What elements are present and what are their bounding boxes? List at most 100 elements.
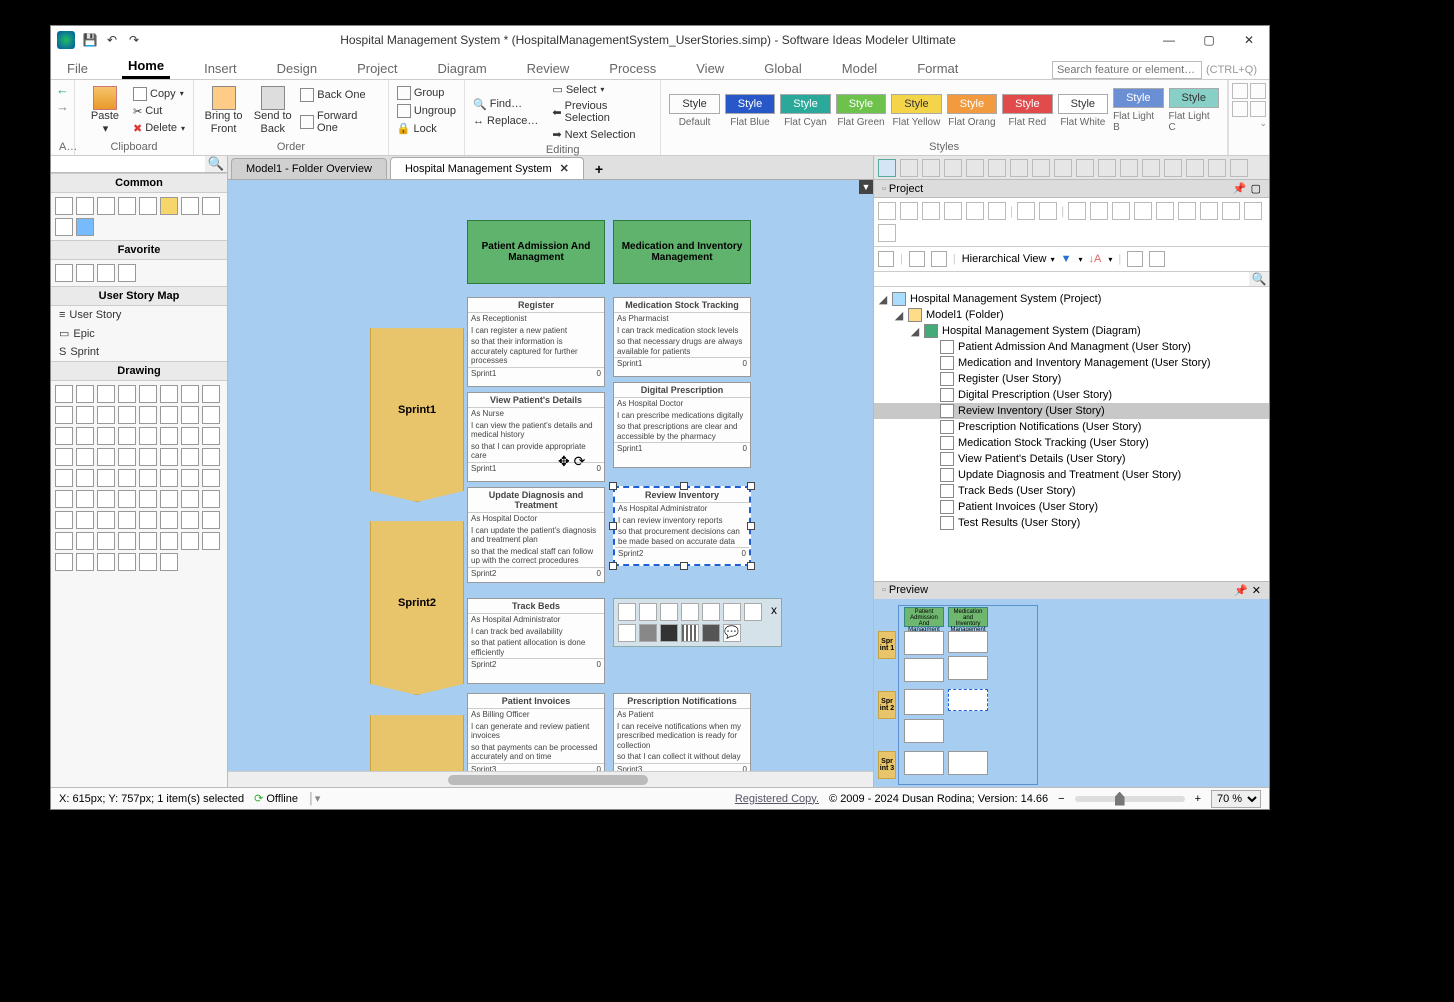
zoom-slider[interactable] [1075,796,1185,802]
lock-button[interactable]: 🔒Lock [397,121,456,136]
selection-handle[interactable] [747,562,755,570]
shape-tool-icon[interactable] [139,490,157,508]
ctx-hatch[interactable] [681,624,699,642]
shape-tool-icon[interactable] [118,553,136,571]
registered-link[interactable]: Registered Copy. [735,793,819,805]
shape-tool-icon[interactable] [139,406,157,424]
ctx-color-white[interactable] [618,624,636,642]
shape-tool-icon[interactable] [118,511,136,529]
panel-view-icon[interactable] [1010,159,1028,177]
tree-node[interactable]: Track Beds (User Story) [874,483,1269,499]
tab-close-icon[interactable]: ✕ [560,162,569,175]
locate2-icon[interactable] [1149,251,1165,267]
forward-one-button[interactable]: Forward One [300,109,380,135]
style-lblue[interactable]: Style [1113,88,1163,108]
panel-view-icon[interactable] [1120,159,1138,177]
shape-tool-icon[interactable] [160,406,178,424]
tab-hms[interactable]: Hospital Management System✕ [390,157,584,179]
shape-tool-icon[interactable] [139,469,157,487]
shape-tool-icon[interactable] [118,385,136,403]
shape-tool-icon[interactable] [76,469,94,487]
zoom-out-button[interactable]: − [1058,793,1064,805]
zoom-tool-icon[interactable] [97,197,115,215]
fav1-icon[interactable] [55,264,73,282]
sort-icon[interactable]: ↓A [1088,253,1101,265]
project-tool-icon[interactable] [1112,202,1130,220]
usm-sprint[interactable]: SSprint [51,343,227,361]
toolbox-search-button[interactable]: 🔍 [205,156,227,172]
shape-tool-icon[interactable] [160,469,178,487]
shape-tool-icon[interactable] [160,490,178,508]
shape-tool-icon[interactable] [202,469,220,487]
find-button[interactable]: 🔍Find… [473,97,538,112]
tree-node[interactable]: Register (User Story) [874,371,1269,387]
shape-tool-icon[interactable] [181,532,199,550]
shape-tool-icon[interactable] [97,490,115,508]
text-tool-icon[interactable] [118,197,136,215]
shape-tool-icon[interactable] [97,406,115,424]
shape-tool-icon[interactable] [139,385,157,403]
shape-tool-icon[interactable] [55,511,73,529]
canvas-collapse-icon[interactable]: ▼ [859,180,873,194]
menu-insert[interactable]: Insert [198,58,243,79]
copy-button[interactable]: Copy▾ [133,86,185,102]
ribbon-opt4-icon[interactable] [1250,101,1266,117]
tree-node[interactable]: Prescription Notifications (User Story) [874,419,1269,435]
selection-handle[interactable] [609,482,617,490]
shape-tool-icon[interactable] [202,490,220,508]
ctx-icon[interactable] [639,603,657,621]
menu-review[interactable]: Review [521,58,576,79]
preview-close-icon[interactable]: ✕ [1252,584,1261,597]
story-card-update_diag[interactable]: Update Diagnosis and TreatmentAs Hospita… [467,487,605,583]
menu-design[interactable]: Design [271,58,323,79]
shape-tool-icon[interactable] [181,511,199,529]
rect-tool-icon[interactable] [76,218,94,236]
shape-tool-icon[interactable] [181,406,199,424]
story-card-digital_rx[interactable]: Digital PrescriptionAs Hospital DoctorI … [613,382,751,468]
shape-tool-icon[interactable] [139,448,157,466]
style-lcyan[interactable]: Style [1169,88,1219,108]
ribbon-opt2-icon[interactable] [1250,83,1266,99]
status-dropdown-icon[interactable]: │▾ [308,792,320,805]
story-card-patient_inv[interactable]: Patient InvoicesAs Billing OfficerI can … [467,693,605,771]
style-def[interactable]: Style [669,94,719,114]
ribbon-opt1-icon[interactable] [1232,83,1248,99]
zoom-select[interactable]: 70 % [1211,790,1261,808]
ctx-close-icon[interactable]: x [771,603,777,621]
shape-tool-icon[interactable] [202,385,220,403]
style-green[interactable]: Style [836,94,886,114]
shape-tool-icon[interactable] [55,490,73,508]
locate-icon[interactable] [1127,251,1143,267]
ribbon-opt3-icon[interactable] [1232,101,1248,117]
panel-view-icon[interactable] [966,159,984,177]
shape-tool-icon[interactable] [97,553,115,571]
shape-tool-icon[interactable] [160,532,178,550]
menu-global[interactable]: Global [758,58,808,79]
shape-tool-icon[interactable] [160,448,178,466]
group-button[interactable]: Group [397,85,456,101]
toolbox-search-input[interactable] [51,156,205,172]
shape-tool-icon[interactable] [97,532,115,550]
project-tool-icon[interactable] [1222,202,1240,220]
panel-view-icon[interactable] [1032,159,1050,177]
shape-tool-icon[interactable] [97,469,115,487]
panel-view-icon[interactable] [900,159,918,177]
project-tool-icon[interactable] [922,202,940,220]
shape-tool-icon[interactable] [160,553,178,571]
maximize-button[interactable]: ▢ [1189,26,1229,54]
project-tool-icon[interactable] [878,224,896,242]
zoom-in-button[interactable]: + [1195,793,1201,805]
selection-handle[interactable] [680,482,688,490]
menu-diagram[interactable]: Diagram [432,58,493,79]
ctx-icon[interactable] [681,603,699,621]
shape-tool-icon[interactable] [97,385,115,403]
panel-view-icon[interactable] [1054,159,1072,177]
shape-tool-icon[interactable] [139,553,157,571]
tree-node[interactable]: Update Diagnosis and Treatment (User Sto… [874,467,1269,483]
tree-node[interactable]: View Patient's Details (User Story) [874,451,1269,467]
search-input[interactable] [1052,61,1202,79]
shape-tool-icon[interactable] [181,490,199,508]
cut-button[interactable]: ✂Cut [133,104,185,119]
project-tool-icon[interactable] [1178,202,1196,220]
menu-process[interactable]: Process [603,58,662,79]
